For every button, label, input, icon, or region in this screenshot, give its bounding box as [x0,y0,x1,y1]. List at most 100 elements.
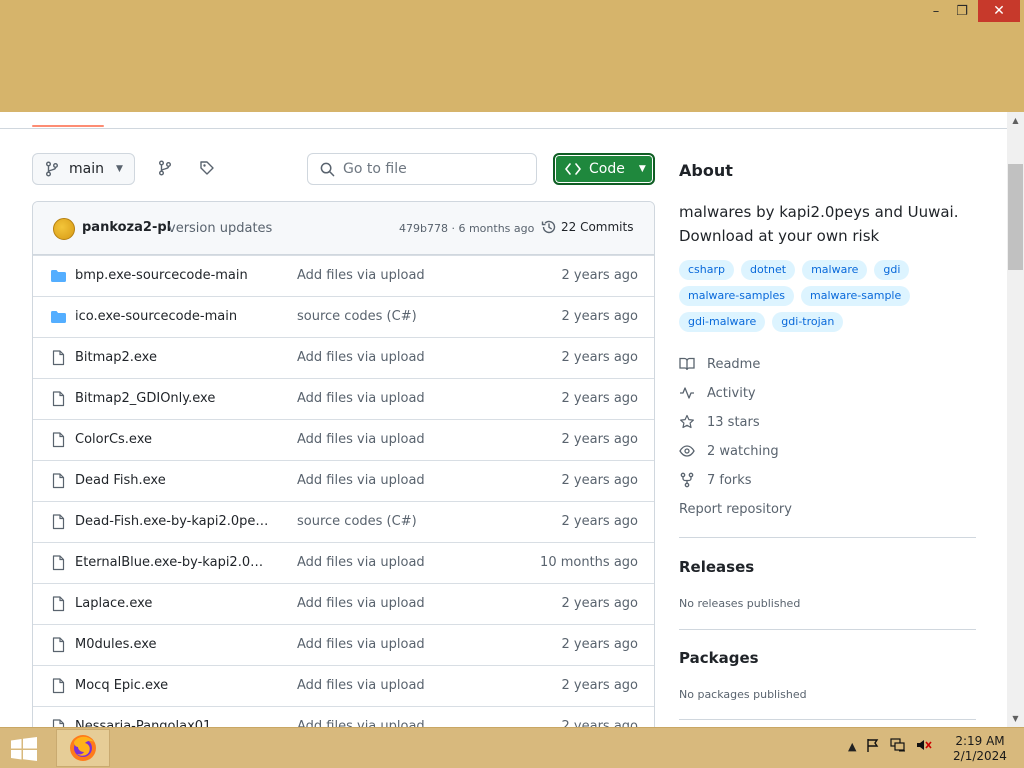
commit-message-link[interactable]: source codes (C#) [297,514,497,529]
commit-date: 2 years ago [561,637,638,652]
forks-link[interactable]: 7 forks [679,472,752,488]
fork-icon [679,472,695,488]
topic-tag[interactable]: dotnet [741,260,796,280]
action-center-flag-icon[interactable] [866,738,880,755]
file-name-link[interactable]: ColorCs.exe [75,432,270,447]
topic-tag[interactable]: malware [802,260,868,280]
commit-message-link[interactable]: Add files via upload [297,678,497,693]
taskbar-firefox[interactable] [56,729,110,767]
topic-tag[interactable]: malware-samples [679,286,794,306]
file-name-link[interactable]: Nessaria-Pangolax01... [75,719,270,727]
topic-tag[interactable]: gdi-malware [679,312,766,332]
topic-tag[interactable]: gdi-trojan [772,312,844,332]
readme-label: Readme [707,356,761,372]
commit-message-link[interactable]: Add files via upload [297,268,497,283]
releases-heading[interactable]: Releases [679,558,754,576]
file-row: Dead Fish.exe Add files via upload 2 years… [33,460,654,501]
volume-muted-icon[interactable] [916,738,933,755]
file-name-link[interactable]: Dead-Fish.exe-by-kapi2.0pey... [75,514,270,529]
commit-message-link[interactable]: Add files via upload [297,555,497,570]
system-tray: ▲ [848,738,933,755]
stars-link[interactable]: 13 stars [679,414,760,430]
commit-message-link[interactable]: Add files via upload [297,432,497,447]
readme-link[interactable]: Readme [679,356,760,372]
branch-icon [46,161,58,177]
scrollbar-thumb[interactable] [1008,164,1023,270]
file-name-link[interactable]: Mocq Epic.exe [75,678,270,693]
about-heading: About [679,161,733,180]
topic-tag[interactable]: csharp [679,260,734,280]
topic-list: csharp dotnet malware gdi malware-samples mal… [679,260,969,332]
commit-message-link[interactable]: source codes (C#) [297,309,497,324]
commit-message-link[interactable]: Add files via upload [297,637,497,652]
go-to-file-input[interactable] [343,161,523,177]
file-icon [49,391,67,407]
file-name-link[interactable]: Bitmap2_GDIOnly.exe [75,391,270,406]
file-name-link[interactable]: bmp.exe-sourcecode-main [75,268,270,283]
taskbar-clock[interactable]: 2:19 AM 2/1/2024 [950,734,1010,764]
scroll-down-icon[interactable]: ▼ [1007,710,1024,727]
commit-message-link[interactable]: version updates [168,221,272,236]
star-icon [679,414,695,430]
commits-count: 22 Commits [561,220,634,234]
commit-date: 10 months ago [540,555,638,570]
file-name-link[interactable]: Bitmap2.exe [75,350,270,365]
network-icon[interactable] [890,738,906,755]
code-button[interactable]: Code ▼ [553,153,655,185]
clock-time: 2:19 AM [955,734,1005,748]
search-icon [320,162,335,176]
file-row: EternalBlue.exe-by-kapi2.0pe... Add files… [33,542,654,583]
file-table: pankoza2-pl version updates 479b778 · 6 … [32,201,655,727]
commits-history-link[interactable]: 22 Commits [541,219,633,235]
file-icon [49,555,67,571]
file-name-link[interactable]: EternalBlue.exe-by-kapi2.0pe... [75,555,270,570]
commit-date: 2 years ago [561,309,638,324]
commit-author-link[interactable]: pankoza2-pl [82,220,171,235]
file-name-link[interactable]: M0dules.exe [75,637,270,652]
commit-message-link[interactable]: Add files via upload [297,391,497,406]
commit-message-link[interactable]: Add files via upload [297,350,497,365]
firefox-icon [70,735,96,761]
go-to-file-search[interactable] [307,153,537,185]
report-repository-link[interactable]: Report repository [679,502,792,517]
watchers-link[interactable]: 2 watching [679,443,779,459]
commit-message-link[interactable]: Add files via upload [297,596,497,611]
windows-taskbar: ▲ 2:19 AM 2/1/2024 [0,727,1024,768]
restore-icon: ❐ [956,3,968,19]
close-icon: ✕ [993,3,1005,19]
commit-date: 2 years ago [561,350,638,365]
topic-tag[interactable]: malware-sample [801,286,911,306]
file-name-link[interactable]: Laplace.exe [75,596,270,611]
minimize-icon: – [932,3,940,19]
file-row: ico.exe-sourcecode-main source codes (C#)… [33,296,654,337]
file-icon [49,596,67,612]
file-row: Bitmap2.exe Add files via upload 2 years a… [33,337,654,378]
packages-heading[interactable]: Packages [679,649,759,667]
file-icon [49,514,67,530]
book-icon [679,356,695,372]
commit-message-link[interactable]: Add files via upload [297,473,497,488]
releases-note: No releases published [679,597,801,610]
show-hidden-icons-icon[interactable]: ▲ [848,740,856,753]
file-icon [49,637,67,653]
branches-link[interactable] [154,157,176,179]
file-row: Dead-Fish.exe-by-kapi2.0pey... source cod… [33,501,654,542]
close-button[interactable]: ✕ [978,0,1020,22]
file-row: Mocq Epic.exe Add files via upload 2 years… [33,665,654,706]
commit-message-link[interactable]: Add files via upload [297,719,497,727]
commit-hash-time[interactable]: 479b778 · 6 months ago [399,222,534,235]
author-avatar[interactable] [53,218,75,240]
tags-link[interactable] [196,157,218,179]
scroll-up-icon[interactable]: ▲ [1007,112,1024,129]
sidebar-divider [679,537,976,538]
file-row: ColorCs.exe Add files via upload 2 years a… [33,419,654,460]
vertical-scrollbar[interactable]: ▲ ▼ [1007,112,1024,727]
file-row: M0dules.exe Add files via upload 2 years a… [33,624,654,665]
start-button[interactable] [8,736,40,762]
branch-select-button[interactable]: main ▼ [32,153,135,185]
restore-button[interactable]: ❐ [947,0,977,22]
topic-tag[interactable]: gdi [874,260,910,280]
file-name-link[interactable]: Dead Fish.exe [75,473,270,488]
file-name-link[interactable]: ico.exe-sourcecode-main [75,309,270,324]
activity-link[interactable]: Activity [679,385,756,401]
